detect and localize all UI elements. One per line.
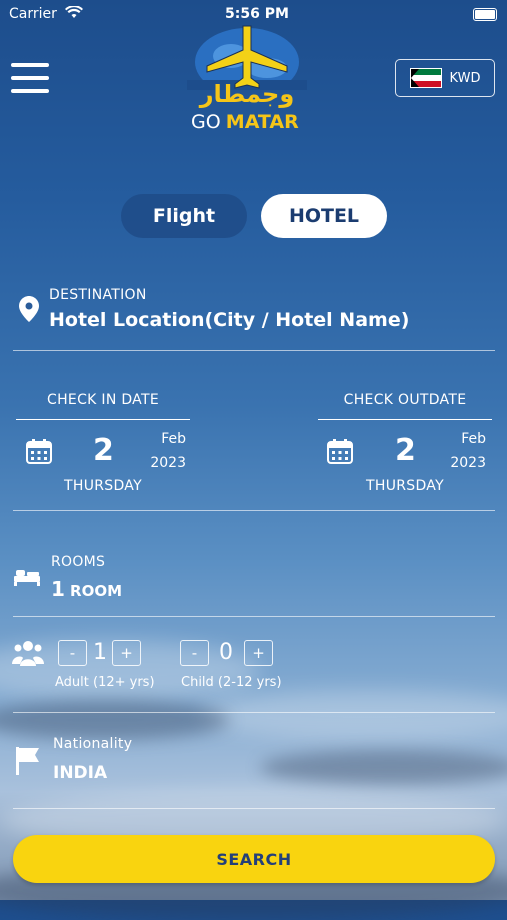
divider xyxy=(16,419,190,420)
currency-code: KWD xyxy=(449,70,481,86)
location-pin-icon xyxy=(19,296,39,322)
destination-value: Hotel Location(City / Hotel Name) xyxy=(49,309,410,331)
child-count: 0 xyxy=(219,640,233,665)
tab-hotel[interactable]: HOTEL xyxy=(261,194,387,238)
tab-flight[interactable]: Flight xyxy=(121,194,247,238)
search-button[interactable]: SEARCH xyxy=(13,835,495,883)
flag-icon xyxy=(16,747,39,775)
adult-decrement-button[interactable]: - xyxy=(58,640,87,666)
child-label: Child (2-12 yrs) xyxy=(181,675,282,690)
rooms-selector[interactable]: ROOMS 1 ROOM xyxy=(13,550,495,605)
adult-increment-button[interactable]: + xyxy=(112,640,141,666)
check-out-day: 2 xyxy=(395,433,416,468)
carrier-label: Carrier xyxy=(9,6,57,22)
check-in-day: 2 xyxy=(93,433,114,468)
bed-icon xyxy=(14,570,40,586)
check-in-month-year: Feb 2023 xyxy=(150,431,186,471)
divider xyxy=(13,510,495,511)
check-in-date-picker[interactable]: 2 Feb 2023 THURSDAY xyxy=(16,425,196,500)
adult-label: Adult (12+ yrs) xyxy=(55,675,155,690)
check-out-date-picker[interactable]: 2 Feb 2023 THURSDAY xyxy=(316,425,496,500)
rooms-label: ROOMS xyxy=(51,554,106,570)
logo-arabic-text: وجمطار xyxy=(199,80,295,108)
child-increment-button[interactable]: + xyxy=(244,640,273,666)
currency-selector[interactable]: KWD xyxy=(395,59,495,97)
kuwait-flag-icon xyxy=(409,68,442,88)
guests-icon xyxy=(12,641,44,666)
nationality-label: Nationality xyxy=(53,736,133,752)
divider xyxy=(13,712,495,713)
divider xyxy=(318,419,492,420)
divider xyxy=(13,808,495,809)
status-bar: Carrier xyxy=(9,5,84,22)
calendar-icon xyxy=(26,439,52,464)
check-out-label: CHECK OUTDATE xyxy=(343,392,467,408)
adult-count: 1 xyxy=(93,640,107,665)
app-logo: وجمطار GO MATAR xyxy=(187,20,307,135)
child-decrement-button[interactable]: - xyxy=(180,640,209,666)
wifi-icon xyxy=(65,5,84,18)
check-in-weekday: THURSDAY xyxy=(64,478,142,494)
check-out-month-year: Feb 2023 xyxy=(450,431,486,471)
logo-wordmark: GO MATAR xyxy=(191,111,299,133)
divider xyxy=(13,616,495,617)
nationality-selector[interactable]: Nationality INDIA xyxy=(13,733,495,788)
check-out-weekday: THURSDAY xyxy=(366,478,444,494)
destination-field[interactable]: DESTINATION Hotel Location(City / Hotel … xyxy=(13,283,495,333)
nationality-value: INDIA xyxy=(53,763,108,783)
menu-button[interactable] xyxy=(11,63,49,102)
calendar-icon xyxy=(327,439,353,464)
rooms-value: 1 ROOM xyxy=(51,577,122,601)
check-in-label: CHECK IN DATE xyxy=(47,392,159,408)
battery-icon xyxy=(473,8,497,21)
divider xyxy=(13,350,495,351)
destination-label: DESTINATION xyxy=(49,287,147,303)
